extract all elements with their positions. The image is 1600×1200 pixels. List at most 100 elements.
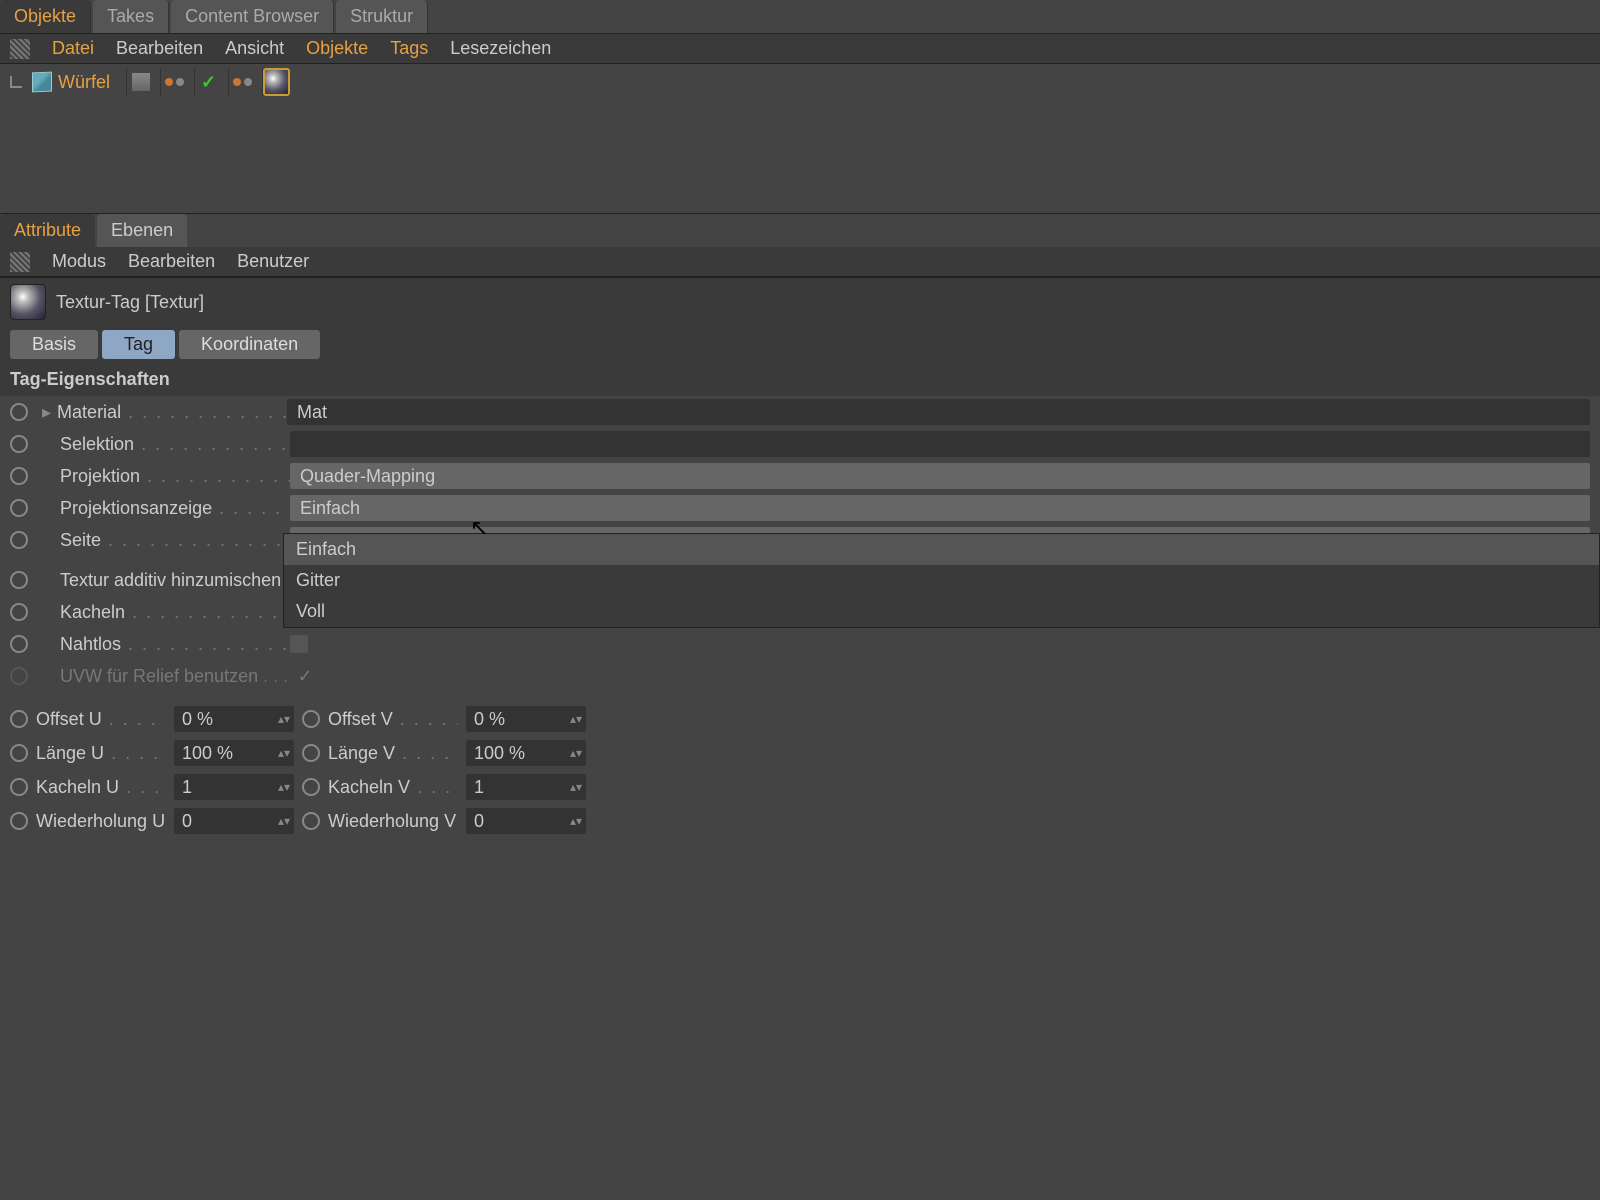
label-laenge-v: Länge V	[328, 743, 458, 764]
label-projektion: Projektion	[60, 466, 290, 487]
prop-projektionsanzeige: Projektionsanzeige Einfach	[0, 492, 1600, 524]
dropdown-item-gitter[interactable]: Gitter	[284, 565, 1599, 596]
field-wiederholung-v[interactable]: 0▴▾	[466, 808, 586, 834]
row-wiederholung: Wiederholung U 0▴▾ Wiederholung V 0▴▾	[0, 804, 1600, 838]
menu-modus[interactable]: Modus	[52, 251, 106, 272]
object-name[interactable]: Würfel	[58, 72, 110, 93]
tab-takes[interactable]: Takes	[93, 0, 169, 33]
dropdown-projektionsanzeige: Einfach Gitter Voll	[283, 533, 1600, 628]
enable-check[interactable]: ✓	[194, 68, 222, 96]
subtab-koordinaten[interactable]: Koordinaten	[179, 330, 320, 359]
top-tab-bar: Objekte Takes Content Browser Struktur	[0, 0, 1600, 34]
menu-bearbeiten-attr[interactable]: Bearbeiten	[128, 251, 215, 272]
material-tag[interactable]	[262, 68, 290, 96]
keyframe-ring[interactable]	[10, 403, 28, 421]
keyframe-ring[interactable]	[10, 531, 28, 549]
field-kacheln-v[interactable]: 1▴▾	[466, 774, 586, 800]
keyframe-ring[interactable]	[10, 667, 28, 685]
keyframe-ring[interactable]	[10, 710, 28, 728]
label-kacheln-u: Kacheln U	[36, 777, 166, 798]
field-selektion[interactable]	[290, 431, 1590, 457]
subtab-tag[interactable]: Tag	[102, 330, 175, 359]
checkbox-uvw-relief: ✓	[296, 667, 314, 685]
spinner-icon[interactable]: ▴▾	[570, 817, 582, 825]
keyframe-ring[interactable]	[10, 603, 28, 621]
attribute-title: Textur-Tag [Textur]	[56, 292, 204, 313]
spinner-icon[interactable]: ▴▾	[570, 749, 582, 757]
keyframe-ring[interactable]	[10, 778, 28, 796]
label-wiederholung-u: Wiederholung U	[36, 811, 166, 832]
field-offset-u[interactable]: 0 %▴▾	[174, 706, 294, 732]
spinner-icon[interactable]: ▴▾	[278, 817, 290, 825]
keyframe-ring[interactable]	[10, 812, 28, 830]
texture-thumb-icon	[10, 284, 46, 320]
menu-bearbeiten[interactable]: Bearbeiten	[116, 38, 203, 59]
select-projektion[interactable]: Quader-Mapping	[290, 463, 1590, 489]
keyframe-ring[interactable]	[10, 571, 28, 589]
layer-tag[interactable]	[126, 68, 154, 96]
label-material: Material	[57, 402, 287, 423]
field-laenge-v[interactable]: 100 %▴▾	[466, 740, 586, 766]
spinner-icon[interactable]: ▴▾	[570, 715, 582, 723]
keyframe-ring[interactable]	[10, 635, 28, 653]
object-manager-menu: Datei Bearbeiten Ansicht Objekte Tags Le…	[0, 34, 1600, 64]
attribute-header: Textur-Tag [Textur]	[0, 277, 1600, 326]
label-kacheln: Kacheln	[60, 602, 290, 623]
object-row[interactable]: Würfel ✓	[0, 64, 1600, 100]
subtab-basis[interactable]: Basis	[10, 330, 98, 359]
field-kacheln-u[interactable]: 1▴▾	[174, 774, 294, 800]
prop-projektion: Projektion Quader-Mapping	[0, 460, 1600, 492]
keyframe-ring[interactable]	[10, 499, 28, 517]
keyframe-ring[interactable]	[302, 710, 320, 728]
field-wiederholung-u[interactable]: 0▴▾	[174, 808, 294, 834]
keyframe-ring[interactable]	[302, 744, 320, 762]
tree-branch-icon	[10, 76, 22, 88]
spinner-icon[interactable]: ▴▾	[278, 749, 290, 757]
tab-attribute[interactable]: Attribute	[0, 214, 95, 247]
cube-icon	[32, 72, 52, 93]
menu-benutzer[interactable]: Benutzer	[237, 251, 309, 272]
prop-uvw-relief: UVW für Relief benutzen . . . ✓	[0, 660, 1600, 692]
label-textur-additiv: Textur additiv hinzumischen	[60, 570, 296, 591]
prop-nahtlos: Nahtlos	[0, 628, 1600, 660]
keyframe-ring[interactable]	[10, 467, 28, 485]
field-material[interactable]: Mat	[287, 399, 1590, 425]
dropdown-item-einfach[interactable]: Einfach	[284, 534, 1599, 565]
spinner-icon[interactable]: ▴▾	[278, 715, 290, 723]
dropdown-item-voll[interactable]: Voll	[284, 596, 1599, 627]
dots-tag[interactable]	[228, 68, 256, 96]
menu-objekte[interactable]: Objekte	[306, 38, 368, 59]
menu-lesezeichen[interactable]: Lesezeichen	[450, 38, 551, 59]
keyframe-ring[interactable]	[10, 435, 28, 453]
attribute-menu: Modus Bearbeiten Benutzer	[0, 247, 1600, 277]
checkbox-nahtlos[interactable]	[290, 635, 308, 653]
tab-ebenen[interactable]: Ebenen	[97, 214, 187, 247]
expand-arrow-icon[interactable]: ▸	[42, 402, 51, 423]
keyframe-ring[interactable]	[10, 744, 28, 762]
tab-content-browser[interactable]: Content Browser	[171, 0, 334, 33]
spinner-icon[interactable]: ▴▾	[278, 783, 290, 791]
prop-material: ▸ Material Mat	[0, 396, 1600, 428]
field-offset-v[interactable]: 0 %▴▾	[466, 706, 586, 732]
object-hierarchy: Würfel ✓	[0, 64, 1600, 214]
label-selektion: Selektion	[60, 434, 290, 455]
menu-tags[interactable]: Tags	[390, 38, 428, 59]
section-title: Tag-Eigenschaften	[0, 363, 1600, 396]
menu-datei[interactable]: Datei	[52, 38, 94, 59]
tab-objekte[interactable]: Objekte	[0, 0, 91, 33]
grid-icon	[10, 39, 30, 59]
label-laenge-u: Länge U	[36, 743, 166, 764]
row-laenge: Länge U 100 %▴▾ Länge V 100 %▴▾	[0, 736, 1600, 770]
label-seite: Seite	[60, 530, 290, 551]
label-projektionsanzeige: Projektionsanzeige	[60, 498, 290, 519]
select-projektionsanzeige[interactable]: Einfach	[290, 495, 1590, 521]
attribute-tab-bar: Attribute Ebenen	[0, 214, 1600, 247]
menu-ansicht[interactable]: Ansicht	[225, 38, 284, 59]
keyframe-ring[interactable]	[302, 778, 320, 796]
tab-struktur[interactable]: Struktur	[336, 0, 428, 33]
spinner-icon[interactable]: ▴▾	[570, 783, 582, 791]
keyframe-ring[interactable]	[302, 812, 320, 830]
label-offset-v: Offset V	[328, 709, 458, 730]
visibility-dots[interactable]	[160, 68, 188, 96]
field-laenge-u[interactable]: 100 %▴▾	[174, 740, 294, 766]
